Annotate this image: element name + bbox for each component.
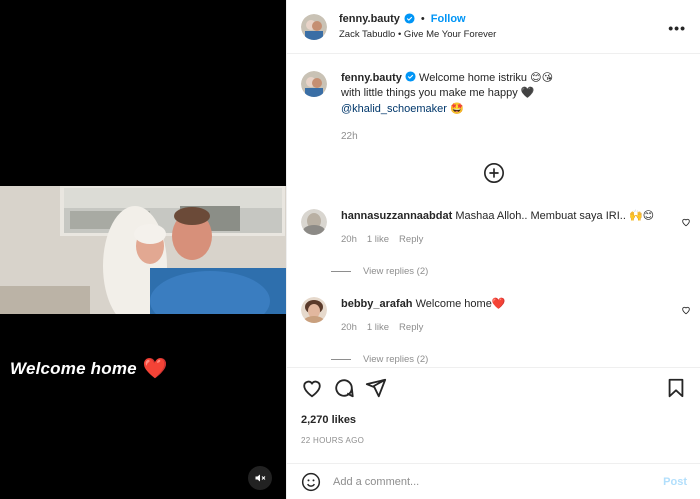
header-username[interactable]: fenny.bauty — [339, 12, 400, 26]
speaker-muted-icon — [255, 474, 266, 482]
likes-count[interactable]: 2,270 likes — [301, 414, 356, 426]
overlay-text: Welcome home — [10, 358, 137, 378]
post-header: fenny.bauty • Follow Zack Tabudlo • Give… — [287, 0, 700, 54]
comment-input[interactable] — [333, 475, 664, 488]
comment-username[interactable]: hannasuzzannaabdat — [341, 210, 452, 222]
emoji-smiley-icon[interactable] — [301, 472, 321, 492]
caption-mention[interactable]: @khalid_schoemaker — [341, 103, 447, 115]
reply-button[interactable]: Reply — [399, 232, 423, 247]
actions-divider — [287, 367, 700, 368]
post-photo — [0, 186, 286, 314]
separator-dot: • — [420, 12, 425, 25]
view-replies-link[interactable]: View replies (2) — [331, 266, 428, 277]
comment-text: Welcome home❤️ — [415, 298, 506, 310]
like-comment-heart-icon[interactable] — [681, 217, 691, 227]
caption-username[interactable]: fenny.bauty — [341, 72, 402, 84]
audio-track-link[interactable]: Zack Tabudlo • Give Me Your Forever — [339, 28, 496, 42]
verified-badge-icon — [405, 71, 416, 82]
share-send-icon[interactable] — [365, 377, 387, 399]
add-comment-bar: Post — [287, 463, 700, 499]
comment-likes[interactable]: 1 like — [367, 320, 389, 335]
like-comment-heart-icon[interactable] — [681, 305, 691, 315]
like-heart-icon[interactable] — [301, 377, 323, 399]
comment-item: hannasuzzannaabdat Mashaa Alloh.. Membua… — [301, 209, 691, 247]
avatar[interactable] — [301, 13, 327, 40]
view-replies-link[interactable]: View replies (2) — [331, 354, 428, 365]
mute-button[interactable] — [248, 466, 272, 490]
replies-divider-line — [331, 271, 351, 272]
follow-button[interactable]: Follow — [431, 12, 466, 26]
post-comment-button[interactable]: Post — [663, 476, 687, 488]
instagram-post-view: Welcome home ❤️ fenny.bauty • Follow Zac… — [0, 0, 700, 499]
verified-badge-icon — [404, 13, 415, 24]
comment-text: Mashaa Alloh.. Membuat saya IRI.. 🙌😊 — [455, 210, 655, 222]
heart-emoji: ❤️ — [142, 358, 168, 380]
comment-username[interactable]: bebby_arafah — [341, 298, 413, 310]
post-timestamp[interactable]: 22 HOURS AGO — [301, 436, 364, 445]
caption-timestamp[interactable]: 22h — [341, 129, 553, 144]
reply-button[interactable]: Reply — [399, 320, 423, 335]
avatar[interactable] — [301, 71, 327, 97]
caption-text-line2: with little things you make me happy 🖤 — [341, 87, 535, 99]
avatar[interactable] — [301, 297, 327, 323]
comment-likes[interactable]: 1 like — [367, 232, 389, 247]
post-media[interactable]: Welcome home ❤️ — [0, 0, 286, 499]
star-eyes-emoji: 🤩 — [450, 102, 464, 115]
post-caption: fenny.bauty Welcome home istriku 😊😘 with… — [287, 55, 700, 144]
replies-divider-line — [331, 359, 351, 360]
load-more-comments-icon[interactable] — [483, 162, 505, 184]
comment-item: bebby_arafah Welcome home❤️ 20h 1 like R… — [301, 297, 691, 335]
media-overlay-caption: Welcome home ❤️ — [10, 356, 168, 381]
view-replies-label[interactable]: View replies (2) — [363, 266, 428, 277]
comment-timestamp[interactable]: 20h — [341, 232, 357, 247]
comment-timestamp[interactable]: 20h — [341, 320, 357, 335]
view-replies-label[interactable]: View replies (2) — [363, 354, 428, 365]
comment-bubble-icon[interactable] — [333, 377, 355, 399]
avatar[interactable] — [301, 209, 327, 235]
caption-text-line1: Welcome home istriku 😊😘 — [419, 72, 554, 84]
save-bookmark-icon[interactable] — [665, 377, 687, 399]
post-actions-bar — [301, 377, 687, 403]
post-details-panel: fenny.bauty • Follow Zack Tabudlo • Give… — [286, 0, 700, 499]
more-options-icon[interactable]: ••• — [668, 20, 686, 36]
comments-section[interactable]: fenny.bauty Welcome home istriku 😊😘 with… — [287, 55, 700, 367]
